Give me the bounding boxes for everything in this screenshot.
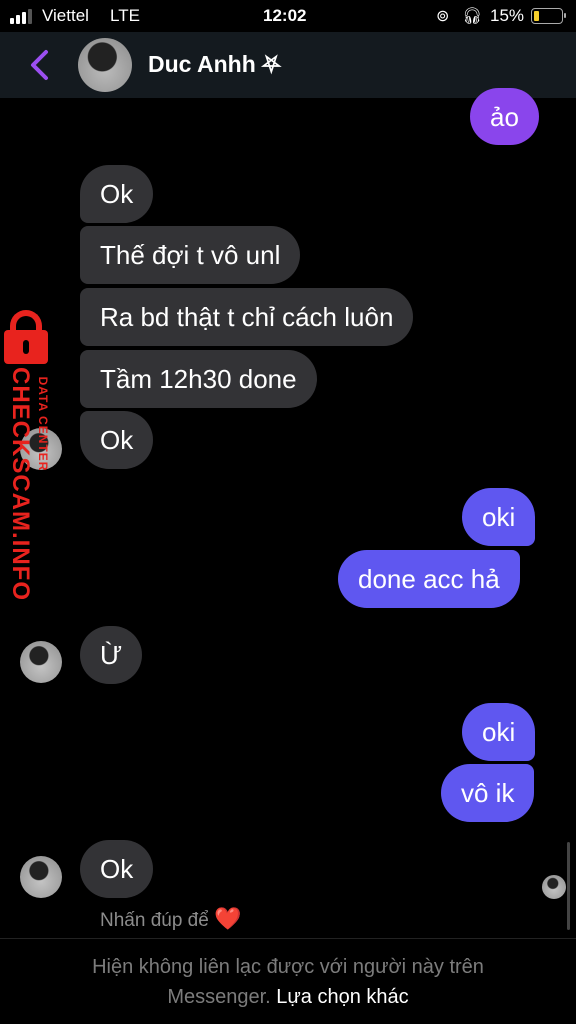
- message-bubble-incoming[interactable]: Ok: [80, 840, 154, 898]
- sender-avatar[interactable]: [20, 856, 62, 898]
- back-chevron-icon[interactable]: [26, 48, 54, 82]
- network-type: LTE: [110, 6, 140, 25]
- headphones-icon: 🎧︎: [462, 8, 483, 25]
- message-bubble-outgoing[interactable]: vô ik: [441, 764, 535, 822]
- reaction-hint-text: Nhấn đúp để: [100, 910, 209, 931]
- message-bubble-incoming[interactable]: Ok: [80, 411, 154, 469]
- status-bar: Viettel LTE 12:02 ⊚ 🎧︎ 15%: [0, 0, 576, 32]
- heart-icon: ❤️: [214, 906, 242, 931]
- message-bubble-incoming[interactable]: Ra bd thật t chỉ cách luôn: [80, 288, 414, 346]
- conversation-header: Duc Anhh ⛧: [0, 32, 576, 98]
- contact-avatar[interactable]: [78, 38, 132, 92]
- message-bubble-incoming[interactable]: Thế đợi t vô unl: [80, 226, 301, 284]
- contact-name[interactable]: Duc Anhh ⛧: [148, 51, 281, 78]
- seen-indicator-avatar: [542, 875, 566, 899]
- unavailable-text-line1: Hiện không liên lạc được với người này t…: [92, 956, 484, 978]
- message-bubble-outgoing[interactable]: oki: [462, 488, 536, 546]
- divider: [0, 938, 576, 939]
- sender-avatar[interactable]: [20, 641, 62, 683]
- message-bubble-outgoing[interactable]: done acc hả: [338, 550, 520, 608]
- watermark-subtext: DATA CENTER: [36, 376, 50, 472]
- unavailable-notice: Hiện không liên lạc được với người này t…: [0, 952, 576, 1012]
- battery-icon: [531, 8, 566, 24]
- message-bubble-incoming[interactable]: Tầm 12h30 done: [80, 350, 317, 408]
- orientation-lock-icon: ⊚: [436, 8, 450, 25]
- battery-percent: 15%: [490, 6, 525, 25]
- message-bubble-incoming[interactable]: Ừ: [80, 626, 143, 684]
- watermark: DATA CENTER CHECKSCAM.INFO: [0, 310, 60, 601]
- carrier-label: Viettel: [42, 6, 89, 25]
- scrollbar[interactable]: [567, 842, 570, 930]
- message-bubble-outgoing[interactable]: ảo: [470, 88, 539, 145]
- other-options-link[interactable]: Lựa chọn khác: [276, 986, 408, 1008]
- message-bubble-incoming[interactable]: Ok: [80, 165, 154, 223]
- reaction-hint[interactable]: Nhấn đúp để ❤️: [100, 906, 242, 932]
- message-bubble-outgoing[interactable]: oki: [462, 703, 536, 761]
- watermark-text: CHECKSCAM.INFO: [7, 367, 34, 601]
- unavailable-text-line2: Messenger.: [167, 986, 271, 1008]
- clock: 12:02: [263, 6, 307, 25]
- signal-bars-icon: [10, 9, 32, 24]
